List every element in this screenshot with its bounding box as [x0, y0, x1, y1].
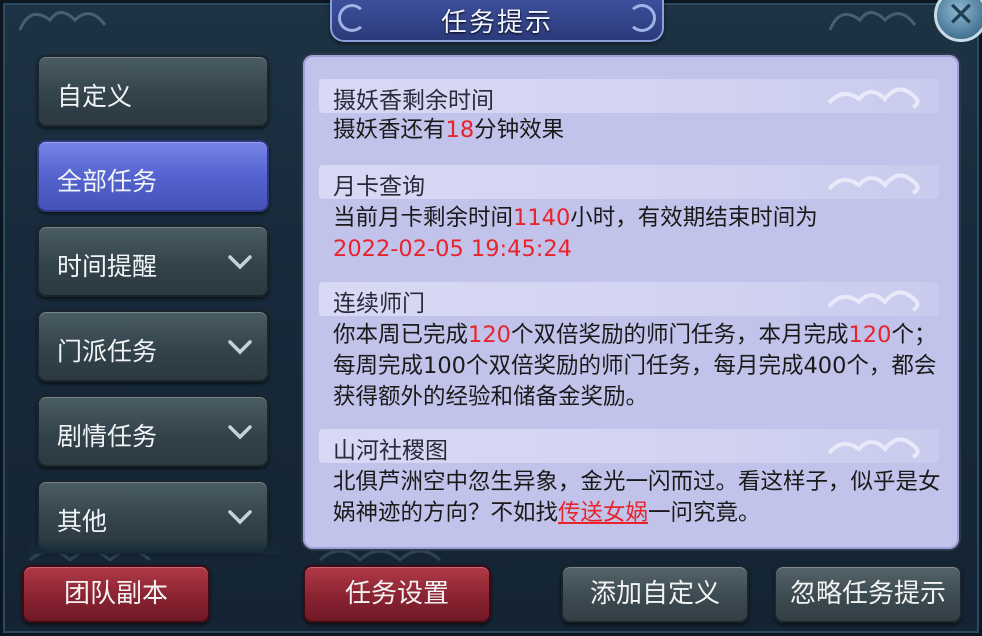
add-custom-button[interactable]: 添加自定义: [561, 565, 749, 623]
close-button[interactable]: ✕: [934, 0, 982, 42]
section-header: 摄妖香剩余时间: [319, 79, 939, 114]
highlight-value: 18: [445, 117, 475, 143]
section-text: 当前月卡剩余时间1140小时，有效期结束时间为 2022-02-05 19:45:…: [333, 205, 818, 262]
cloud-ornament-right: [828, 11, 917, 31]
sidebar-item-all-tasks[interactable]: 全部任务: [37, 140, 269, 212]
team-dungeon-button[interactable]: 团队副本: [22, 565, 210, 623]
section-title: 月卡查询: [333, 174, 425, 200]
sidebar-item-sect-tasks[interactable]: 门派任务: [37, 310, 269, 382]
sidebar-item-custom[interactable]: 自定义: [37, 55, 269, 127]
highlight-value: 120: [468, 322, 511, 348]
section-text: 你本周已完成120个双倍奖励的师门任务，本月完成120个；每周完成100个双倍奖…: [333, 322, 937, 410]
task-settings-button[interactable]: 任务设置: [303, 565, 491, 623]
section-title: 山河社稷图: [333, 438, 448, 464]
section-title: 连续师门: [333, 291, 425, 317]
chevron-down-icon: [228, 340, 252, 355]
highlight-value: 120: [848, 322, 892, 348]
task-tips-window: 任务提示 ✕ 自定义 全部任务 时间提醒 门派任务 剧情任务 其他 摄妖香剩余时…: [0, 0, 982, 636]
ignore-task-tips-button[interactable]: 忽略任务提示: [774, 565, 962, 623]
sidebar-item-label: 剧情任务: [57, 422, 158, 451]
cloud-ornament-left: [18, 11, 107, 31]
chevron-down-icon: [228, 425, 252, 440]
highlight-value: 2022-02-05 19:45:24: [333, 236, 572, 262]
section-text: 北俱芦洲空中忽生异象，金光一闪而过。看这样子，似乎是女娲神迹的方向？不如找传送女…: [333, 469, 941, 526]
section-header: 月卡查询: [319, 165, 939, 200]
sidebar-item-label: 门派任务: [57, 337, 158, 366]
window-title: 任务提示: [440, 8, 553, 38]
chevron-down-icon: [228, 510, 252, 525]
sidebar-item-label: 全部任务: [57, 167, 158, 196]
section-title: 摄妖香剩余时间: [333, 88, 494, 114]
close-icon: ✕: [946, 0, 976, 35]
sidebar-item-time-reminder[interactable]: 时间提醒: [37, 225, 269, 297]
sidebar-item-story-tasks[interactable]: 剧情任务: [37, 395, 269, 467]
title-bar: 任务提示: [330, 0, 664, 42]
task-tips-panel[interactable]: 摄妖香剩余时间 摄妖香还有18分钟效果 月卡查询 当前月卡剩余时间1140小时，…: [303, 55, 959, 549]
sidebar-item-label: 时间提醒: [57, 252, 158, 281]
sidebar-item-label: 其他: [57, 507, 108, 536]
cloud-swirl-icon: [827, 173, 920, 195]
highlight-value: 1140: [513, 205, 571, 231]
section-header: 山河社稷图: [319, 429, 939, 464]
sidebar-scroll-fade: [30, 538, 280, 554]
cloud-swirl-icon: [827, 87, 920, 109]
cloud-swirl-icon: [827, 437, 920, 459]
section-text: 摄妖香还有18分钟效果: [333, 117, 565, 143]
sidebar-item-label: 自定义: [57, 82, 133, 111]
cloud-swirl-icon: [827, 290, 920, 312]
teleport-nuwa-link[interactable]: 传送女娲: [558, 500, 648, 526]
chevron-down-icon: [228, 255, 252, 270]
section-header: 连续师门: [319, 282, 939, 317]
